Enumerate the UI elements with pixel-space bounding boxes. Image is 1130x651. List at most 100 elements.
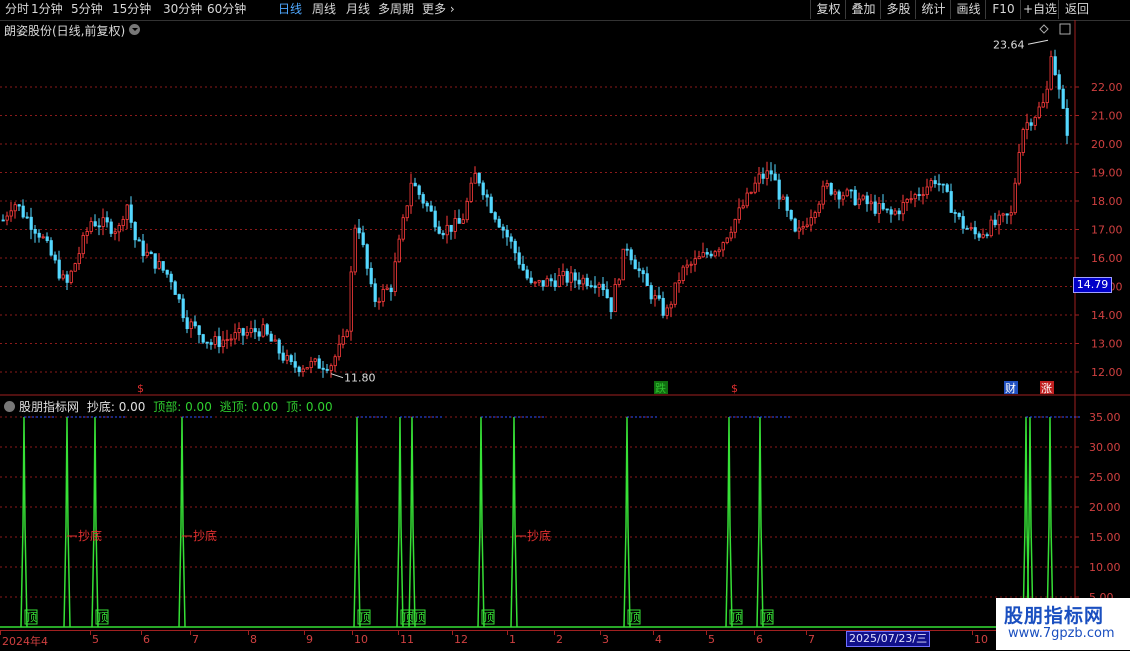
period-tab-3[interactable]: 15分钟 bbox=[112, 1, 151, 18]
candle-body bbox=[993, 219, 997, 226]
candle-body bbox=[769, 170, 773, 175]
candle-body bbox=[321, 367, 325, 370]
candle-body bbox=[877, 203, 881, 214]
candle-body bbox=[817, 203, 821, 214]
toolbar-button-0[interactable]: 复权 bbox=[810, 0, 846, 19]
candle-body bbox=[21, 205, 25, 218]
candle-body bbox=[965, 227, 969, 230]
panel-toggle-icon bbox=[1059, 23, 1071, 35]
toolbar-button-2[interactable]: 多股 bbox=[880, 0, 916, 19]
candle-body bbox=[425, 202, 429, 207]
candle-body bbox=[669, 303, 673, 309]
candle-body bbox=[1037, 106, 1041, 118]
candle-body bbox=[1021, 129, 1025, 153]
candle-body bbox=[997, 214, 1001, 226]
top-label: 顶 bbox=[26, 611, 37, 624]
candle-body bbox=[49, 240, 53, 256]
event-marker: $ bbox=[137, 382, 144, 395]
indicator-axis-label: 15.00 bbox=[1089, 531, 1121, 544]
candle-body bbox=[893, 210, 897, 215]
price-axis-label: 17.00 bbox=[1091, 224, 1123, 237]
candle-body bbox=[673, 282, 677, 305]
candle-body bbox=[301, 368, 305, 373]
candle-body bbox=[1057, 74, 1061, 90]
toolbar-button-4[interactable]: 画线 bbox=[950, 0, 986, 19]
toolbar-button-7[interactable]: 返回 bbox=[1058, 0, 1095, 19]
candle-body bbox=[949, 191, 953, 213]
candle-body bbox=[753, 182, 757, 193]
candle-body bbox=[497, 218, 501, 228]
candle-body bbox=[153, 253, 157, 269]
candle-body bbox=[397, 238, 401, 263]
candle-body bbox=[569, 272, 573, 283]
toolbar-button-6[interactable]: +自选 bbox=[1020, 0, 1059, 19]
candle-body bbox=[29, 216, 33, 230]
date-axis-label: 7 bbox=[808, 633, 815, 646]
candle-body bbox=[925, 186, 929, 196]
event-marker: 涨 bbox=[1041, 382, 1052, 395]
period-tab-7[interactable]: 周线 bbox=[312, 1, 336, 18]
candle-body bbox=[17, 204, 21, 207]
period-tab-5[interactable]: 60分钟 bbox=[207, 1, 246, 18]
candle-body bbox=[933, 180, 937, 185]
top-label: 顶 bbox=[402, 611, 413, 624]
candle-body bbox=[433, 210, 437, 228]
candle-body bbox=[437, 226, 441, 234]
candle-body bbox=[813, 212, 817, 219]
candle-body bbox=[833, 191, 837, 195]
period-tab-4[interactable]: 30分钟 bbox=[163, 1, 202, 18]
indicator-chart[interactable]: 35.0030.0025.0020.0015.0010.005.00顶顶顶顶顶顶… bbox=[0, 396, 1130, 630]
period-tab-6[interactable]: 日线 bbox=[278, 1, 302, 18]
candle-body bbox=[97, 225, 101, 228]
signal-spike bbox=[396, 416, 404, 628]
candle-body bbox=[213, 336, 217, 345]
period-tab-1[interactable]: 1分钟 bbox=[31, 1, 63, 18]
period-tab-10[interactable]: 更多 › bbox=[422, 1, 455, 18]
event-marker: 财 bbox=[1005, 381, 1016, 395]
candle-body bbox=[701, 252, 705, 258]
candle-body bbox=[413, 182, 417, 187]
candle-body bbox=[61, 274, 65, 279]
toolbar-button-1[interactable]: 叠加 bbox=[845, 0, 881, 19]
candle-body bbox=[489, 196, 493, 213]
candle-body bbox=[573, 272, 577, 281]
toolbar-button-5[interactable]: F10 bbox=[985, 0, 1021, 19]
date-axis-tick bbox=[0, 631, 1, 635]
candle-body bbox=[693, 258, 697, 265]
date-axis-tick bbox=[507, 631, 508, 635]
period-tab-9[interactable]: 多周期 bbox=[378, 1, 414, 18]
price-chart[interactable]: 22.0021.0020.0019.0018.0017.0016.0015.00… bbox=[0, 20, 1130, 396]
candle-body bbox=[869, 201, 873, 205]
period-tab-0[interactable]: 分时 bbox=[5, 1, 29, 18]
indicator-axis-label: 35.00 bbox=[1089, 411, 1121, 424]
period-tab-8[interactable]: 月线 bbox=[346, 1, 370, 18]
candle-body bbox=[913, 194, 917, 200]
candle-body bbox=[629, 249, 633, 261]
candle-body bbox=[845, 189, 849, 197]
candle-body bbox=[401, 217, 405, 240]
candle-body bbox=[717, 249, 721, 253]
price-axis-label: 21.00 bbox=[1091, 110, 1123, 123]
toolbar-button-3[interactable]: 统计 bbox=[915, 0, 951, 19]
signal-spike bbox=[725, 416, 733, 628]
candle-body bbox=[901, 201, 905, 215]
candle-body bbox=[985, 234, 989, 237]
date-axis-tick bbox=[352, 631, 353, 635]
candle-body bbox=[697, 256, 701, 260]
candle-body bbox=[509, 236, 513, 242]
candle-body bbox=[449, 224, 453, 232]
period-tab-2[interactable]: 5分钟 bbox=[71, 1, 103, 18]
high-marker-label: 23.64 bbox=[993, 38, 1025, 51]
candle-body bbox=[389, 287, 393, 293]
candle-body bbox=[1045, 88, 1049, 104]
candle-body bbox=[721, 242, 725, 251]
candle-body bbox=[125, 204, 129, 220]
candle-body bbox=[741, 205, 745, 209]
top-label: 顶 bbox=[359, 611, 370, 624]
candle-body bbox=[897, 210, 901, 215]
candle-body bbox=[1049, 56, 1053, 90]
candle-body bbox=[829, 183, 833, 195]
candle-body bbox=[145, 251, 149, 256]
candle-body bbox=[233, 332, 237, 340]
candle-body bbox=[313, 358, 317, 362]
